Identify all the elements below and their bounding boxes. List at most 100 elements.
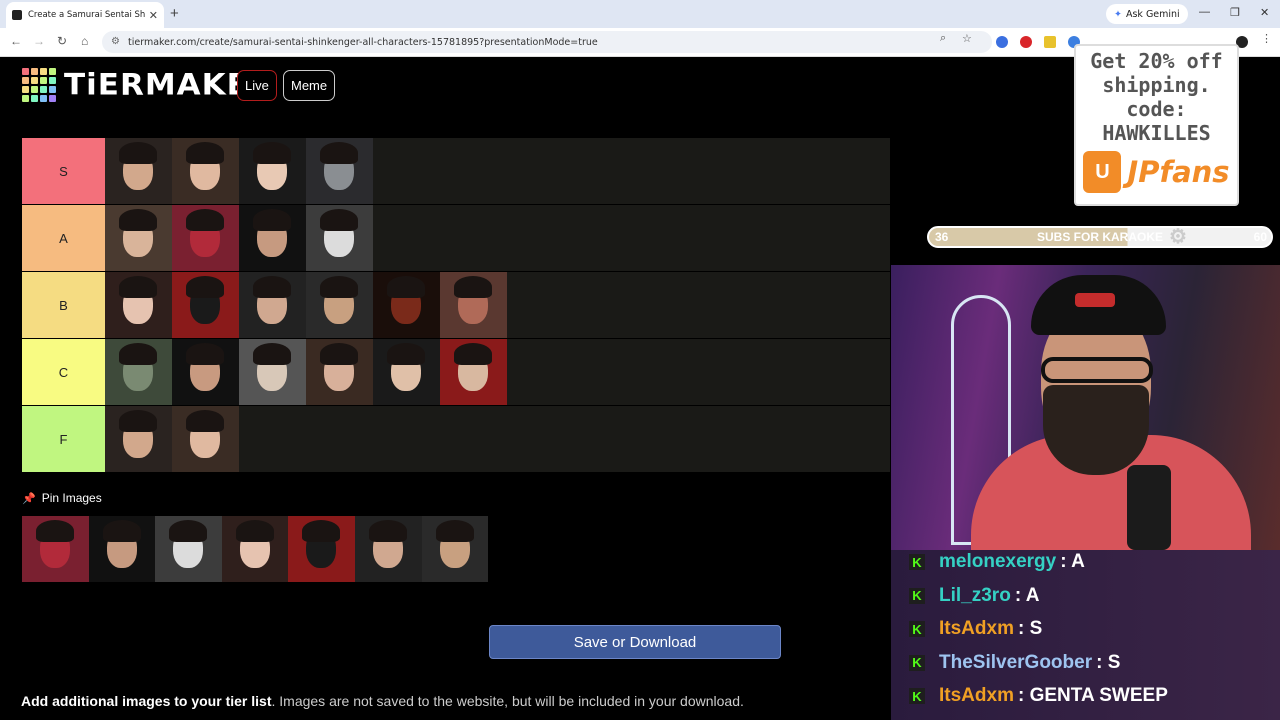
tier-items: [105, 406, 890, 472]
character-hair: [253, 343, 291, 365]
sub-goal-bar: 36 SUBS FOR KARAOKE ⚙ 60: [927, 226, 1273, 248]
character-image[interactable]: [155, 516, 222, 582]
character-hair: [119, 343, 157, 365]
zoom-icon[interactable]: ⌕: [940, 32, 946, 45]
character-image[interactable]: [221, 516, 289, 582]
character-image[interactable]: [239, 138, 306, 204]
character-image[interactable]: [172, 339, 239, 405]
chat-username: ItsAdxm: [939, 618, 1014, 639]
minimize-icon[interactable]: —: [1199, 6, 1210, 18]
character-image[interactable]: [172, 138, 239, 204]
character-hair: [320, 343, 358, 365]
character-image[interactable]: [440, 272, 507, 338]
ad-line: code:: [1126, 97, 1187, 121]
url-text: tiermaker.com/create/samurai-sentai-shin…: [128, 36, 598, 48]
character-hair: [36, 520, 74, 542]
tier-row: B: [22, 272, 890, 339]
add-images-link[interactable]: Add additional images to your tier list: [21, 693, 271, 709]
home-icon[interactable]: ⌂: [81, 34, 88, 48]
kick-logo-icon: K: [909, 554, 925, 570]
add-images-description: . Images are not saved to the website, b…: [271, 693, 744, 709]
tab-title: Create a Samurai Sentai Shinke: [28, 10, 145, 20]
site-info-icon[interactable]: ⚙: [111, 36, 120, 47]
pin-images-label: Pin Images: [41, 491, 102, 505]
character-image[interactable]: [22, 516, 89, 582]
character-image[interactable]: [306, 272, 373, 338]
character-image[interactable]: [239, 205, 306, 271]
extension-icon[interactable]: [996, 36, 1008, 48]
tab-close-icon[interactable]: ✕: [149, 9, 158, 22]
character-image[interactable]: [239, 339, 306, 405]
window-close-icon[interactable]: ✕: [1260, 6, 1269, 19]
tier-label[interactable]: F: [22, 406, 105, 472]
meme-button[interactable]: Meme: [283, 70, 336, 101]
character-hair: [186, 276, 224, 298]
address-bar[interactable]: ⚙ tiermaker.com/create/samurai-sentai-sh…: [102, 31, 992, 53]
tier-row: C: [22, 339, 890, 406]
character-hair: [169, 520, 208, 542]
character-hair: [102, 520, 141, 542]
kick-logo-icon: K: [909, 654, 925, 671]
character-image[interactable]: [306, 205, 373, 271]
character-image[interactable]: [306, 339, 373, 405]
character-image[interactable]: [172, 272, 239, 338]
tier-label[interactable]: S: [22, 138, 105, 204]
extension-icon[interactable]: [1020, 36, 1032, 48]
character-image[interactable]: [105, 406, 172, 472]
ad-brand-name: JPfans: [1127, 155, 1230, 189]
character-image[interactable]: [105, 205, 172, 271]
ask-gemini-label: Ask Gemini: [1125, 8, 1180, 20]
character-image[interactable]: [105, 339, 172, 405]
character-image[interactable]: [172, 406, 239, 472]
browser-tab[interactable]: Create a Samurai Sentai Shinke ✕: [6, 2, 164, 28]
character-image[interactable]: [88, 516, 156, 582]
chat-text: : S: [1096, 651, 1121, 673]
character-hair: [454, 343, 492, 365]
character-hair: [320, 142, 358, 164]
tiermaker-favicon-icon: [12, 10, 22, 20]
character-image[interactable]: [105, 272, 172, 338]
tiermaker-logo[interactable]: TiERMAKER: [22, 67, 274, 103]
character-image[interactable]: [373, 339, 440, 405]
character-image[interactable]: [354, 516, 422, 582]
tier-items: [105, 205, 890, 271]
tier-label[interactable]: A: [22, 205, 105, 271]
character-hair: [320, 209, 358, 231]
character-image[interactable]: [421, 516, 489, 582]
character-image[interactable]: [288, 516, 355, 582]
character-image[interactable]: [105, 138, 172, 204]
save-or-download-button[interactable]: Save or Download: [489, 625, 781, 659]
cap-logo: [1075, 293, 1115, 307]
character-hair: [302, 520, 341, 542]
character-hair: [253, 209, 291, 231]
chat-username: ItsAdxm: [939, 685, 1014, 706]
character-hair: [186, 209, 224, 231]
menu-icon[interactable]: ⋮: [1261, 32, 1272, 45]
live-button[interactable]: Live: [237, 70, 277, 101]
bookmark-star-icon[interactable]: ☆: [962, 32, 972, 45]
chat-text: : A: [1060, 551, 1085, 572]
character-image[interactable]: [373, 272, 440, 338]
tier-label[interactable]: B: [22, 272, 105, 338]
forward-icon[interactable]: →: [33, 34, 45, 48]
pin-images-header[interactable]: 📌 Pin Images: [22, 491, 102, 505]
chat-message: K TheSilverGoober: S: [909, 652, 1120, 674]
character-image[interactable]: [239, 272, 306, 338]
back-icon[interactable]: ←: [10, 34, 22, 48]
chat-username: TheSilverGoober: [939, 651, 1093, 673]
tier-row: S: [22, 138, 890, 205]
streamer-glasses: [1041, 357, 1153, 383]
restore-icon[interactable]: ❐: [1230, 6, 1240, 19]
character-image[interactable]: [440, 339, 507, 405]
sponsor-ad: Get 20% off shipping. code: HAWKILLES U …: [1074, 44, 1239, 206]
chat-message: Kmelonexergy: A: [909, 551, 1085, 573]
ask-gemini-button[interactable]: ✦ Ask Gemini: [1106, 4, 1188, 24]
new-tab-icon[interactable]: +: [170, 5, 179, 22]
tier-label[interactable]: C: [22, 339, 105, 405]
reload-icon[interactable]: ↻: [57, 34, 67, 48]
character-image[interactable]: [172, 205, 239, 271]
character-hair: [186, 343, 224, 365]
character-hair: [119, 410, 157, 432]
character-image[interactable]: [306, 138, 373, 204]
extension-icon[interactable]: [1044, 36, 1056, 48]
